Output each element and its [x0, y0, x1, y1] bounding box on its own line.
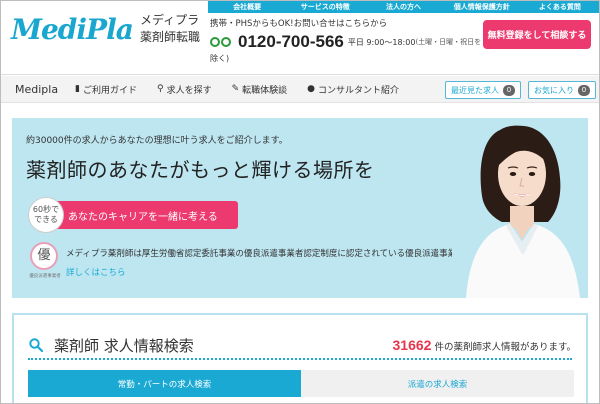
- topbar-link-privacy[interactable]: 個人情報保護方針: [443, 1, 521, 13]
- search-title: 薬剤師 求人情報検索: [54, 337, 194, 355]
- nav-item-search[interactable]: ⚲ 求人を探す: [157, 83, 212, 96]
- browser-viewport: MediPla メディプラ 薬剤師転職 会社概要 サービスの特徴 法人の方へ 個…: [0, 0, 600, 404]
- nav-item-consultants-label: コンサルタント紹介: [318, 85, 400, 96]
- search-icon: ⚲: [156, 84, 164, 94]
- cert-caption: 優良派遣事業者: [29, 274, 61, 279]
- nav-item-guide-label: ご利用ガイド: [82, 85, 137, 96]
- favorites-button[interactable]: お気に入り 0: [528, 81, 596, 99]
- topbar-link-features[interactable]: サービスの特徴: [286, 1, 364, 13]
- job-count-suffix: 件の薬剤師求人情報があります。: [434, 342, 576, 353]
- badge-line1: 60秒で: [32, 205, 60, 214]
- tab-fulltime-parttime[interactable]: 常勤・パートの求人検索: [28, 370, 301, 397]
- hero-headline: 薬剤師のあなたがもっと輝ける場所を: [26, 158, 375, 182]
- nav-item-guide[interactable]: ▮ ご利用ガイド: [75, 83, 137, 96]
- search-icon: [29, 338, 43, 352]
- recent-jobs-label: 最近見た求人: [451, 85, 499, 95]
- topbar-link-faq[interactable]: よくある質問: [521, 1, 599, 13]
- logo-medi: Medi: [11, 13, 87, 46]
- sixty-seconds-badge: 60秒で できる: [28, 197, 64, 233]
- topbar-link-company[interactable]: 会社概要: [208, 1, 286, 13]
- recent-jobs-count: 0: [503, 84, 515, 96]
- certification-details-link[interactable]: 詳しくはこちら: [66, 266, 126, 278]
- dotted-divider: [28, 358, 572, 360]
- logo-sub-line2: 薬剤師転職: [140, 30, 201, 44]
- freedial-icon: [210, 36, 234, 49]
- logo-sub-line1: メディプラ: [140, 13, 200, 27]
- hero-banner: 約30000件の求人からあなたの理想に叶う求人をご紹介します。 薬剤師のあなたが…: [12, 118, 588, 298]
- tab-dispatch[interactable]: 派遣の求人検索: [301, 370, 574, 397]
- certification-logo: 優 優良派遣事業者: [26, 242, 62, 286]
- top-utility-bar: 会社概要 サービスの特徴 法人の方へ 個人情報保護方針 よくある質問: [208, 1, 599, 13]
- topbar-link-corporate[interactable]: 法人の方へ: [364, 1, 442, 13]
- main-nav: Medipla ▮ ご利用ガイド ⚲ 求人を探す ✎ 転職体験談 ● コンサルタ…: [1, 76, 599, 103]
- cert-mark: 優: [30, 242, 58, 270]
- search-tabs: 常勤・パートの求人検索 派遣の求人検索: [28, 370, 574, 397]
- career-consult-button[interactable]: あなたのキャリアを一緒に考える: [52, 201, 238, 229]
- business-hours-note-cont: 除く): [210, 54, 230, 63]
- nav-item-search-label: 求人を探す: [166, 85, 212, 96]
- free-register-button[interactable]: 無料登録をして相談する: [483, 20, 591, 49]
- job-search-panel: 薬剤師 求人情報検索 31662 件の薬剤師求人情報があります。 常勤・パートの求…: [12, 313, 588, 403]
- nav-brand[interactable]: Medipla: [15, 83, 75, 96]
- phone-row: 0120-700-566 平日 9:00〜18:00 (土曜・日曜・祝日を: [210, 32, 481, 52]
- hero-intro: 約30000件の求人からあなたの理想に叶う求人をご紹介します。: [26, 136, 288, 146]
- site-header: MediPla メディプラ 薬剤師転職 会社概要 サービスの特徴 法人の方へ 個…: [1, 1, 599, 75]
- nav-item-consultants[interactable]: ● コンサルタント紹介: [307, 83, 399, 96]
- medipla-logo[interactable]: MediPla: [11, 13, 134, 46]
- book-icon: ▮: [75, 84, 80, 94]
- business-hours: 平日 9:00〜18:00: [347, 37, 416, 47]
- nav-item-stories-label: 転職体験談: [242, 85, 288, 96]
- phone-number[interactable]: 0120-700-566: [238, 32, 344, 52]
- logo-subtitle: メディプラ 薬剤師転職: [140, 12, 200, 46]
- business-hours-note: (土曜・日曜・祝日を: [415, 38, 482, 46]
- logo-pla: Pla: [86, 13, 134, 46]
- contact-note: 携帯・PHSからもOK!お問い合せはこちらから: [210, 19, 388, 29]
- badge-line2: できる: [34, 215, 58, 224]
- job-count: 31662: [392, 337, 432, 353]
- certification-text: メディプラ薬剤師は厚生労働省認定委託事業の優良派遣事業者認定制度に認定されている…: [66, 249, 490, 259]
- recent-jobs-button[interactable]: 最近見た求人 0: [445, 81, 521, 99]
- pharmacist-photo: [452, 118, 588, 298]
- favorites-count: 0: [578, 84, 590, 96]
- edit-icon: ✎: [231, 84, 240, 94]
- nav-item-stories[interactable]: ✎ 転職体験談: [232, 83, 288, 96]
- job-count-line: 31662 件の薬剤師求人情報があります。: [393, 337, 577, 353]
- person-icon: ●: [307, 84, 315, 94]
- favorites-label: お気に入り: [534, 85, 574, 95]
